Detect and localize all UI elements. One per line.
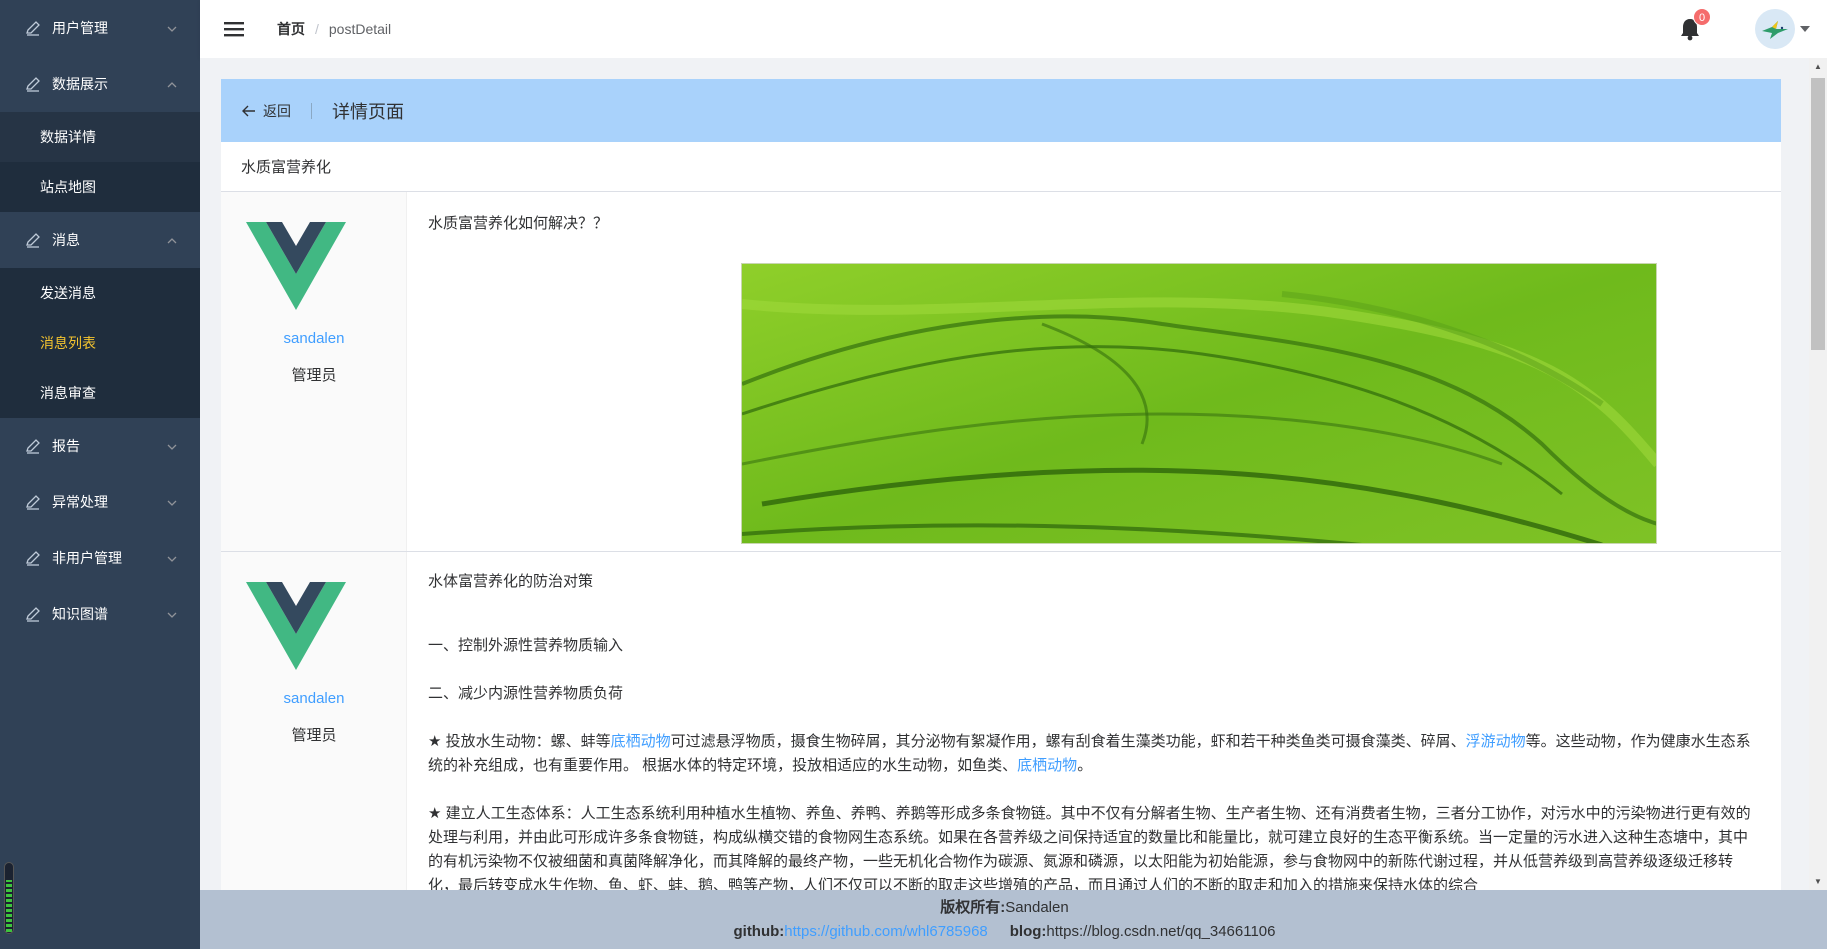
chevron-up-icon (166, 234, 178, 246)
menu-label: 用户管理 (52, 20, 108, 36)
level-meter (4, 862, 14, 934)
benthic-animals-link[interactable]: 底栖动物 (611, 733, 671, 750)
author-name[interactable]: sandalen (221, 330, 407, 347)
caret-down-icon[interactable] (1795, 9, 1815, 49)
breadcrumb-current: postDetail (328, 21, 392, 37)
submenu-site-map[interactable]: 站点地图 (0, 162, 200, 212)
scroll-up-arrow-icon[interactable]: ▲ (1809, 58, 1827, 75)
author-name[interactable]: sandalen (221, 690, 407, 707)
edit-icon (24, 549, 42, 567)
menu-label: 知识图谱 (52, 606, 108, 622)
back-button[interactable]: 返回 (242, 101, 291, 121)
menu-label: 数据展示 (52, 76, 108, 92)
submenu-label: 数据详情 (40, 129, 96, 145)
menu-data-display[interactable]: 数据展示 (0, 56, 200, 112)
breadcrumb-separator: / (315, 21, 319, 37)
page-title: 详情页面 (332, 101, 404, 122)
arrow-left-icon (242, 105, 255, 116)
algae-photo (741, 263, 1657, 544)
menu-reports[interactable]: 报告 (0, 418, 200, 474)
text: ★ 投放水生动物：螺、蚌等 (428, 733, 611, 750)
blog-url[interactable]: https://blog.csdn.net/qq_34661106 (1046, 923, 1275, 940)
submenu-data-detail[interactable]: 数据详情 (0, 112, 200, 162)
submenu-label: 消息审查 (40, 385, 96, 401)
menu-label: 非用户管理 (52, 550, 122, 566)
notification-bell-icon[interactable]: 0 (1679, 8, 1711, 41)
menu-label: 报告 (52, 438, 80, 454)
vue-logo-icon (246, 582, 346, 670)
breadcrumb: 首页 / postDetail (277, 19, 391, 39)
notification-badge: 0 (1693, 8, 1711, 26)
scroll-down-arrow-icon[interactable]: ▼ (1809, 873, 1827, 890)
copyright-label: 版权所有: (940, 899, 1006, 916)
chevron-down-icon (166, 552, 178, 564)
menu-user-management[interactable]: 用户管理 (0, 0, 200, 56)
text: 可过滤悬浮物质，摄食生物碎屑，其分泌物有絮凝作用，螺有刮食着生藻类功能，虾和若干… (670, 733, 1466, 750)
footer: 版权所有:Sandalen github:https://github.com/… (200, 890, 1827, 949)
header-divider (311, 102, 312, 119)
level-meter-fill (6, 879, 12, 932)
copyright-value: Sandalen (1005, 899, 1069, 916)
post-heading: 水体富营养化的防治对策 (428, 573, 594, 590)
github-link[interactable]: https://github.com/whl6785968 (784, 923, 987, 940)
benthic-animals-link[interactable]: 底栖动物 (1017, 757, 1077, 774)
edit-icon (24, 75, 42, 93)
footer-copyright: 版权所有:Sandalen (200, 896, 1809, 917)
chevron-up-icon (166, 78, 178, 90)
chevron-down-icon (166, 608, 178, 620)
edit-icon (24, 605, 42, 623)
author-role: 管理员 (291, 367, 337, 384)
hamburger-menu-icon[interactable] (209, 0, 259, 58)
breadcrumb-home[interactable]: 首页 (277, 19, 305, 39)
page-header: 返回 详情页面 (221, 79, 1781, 142)
back-label: 返回 (263, 102, 291, 119)
post-author: sandalen 管理员 (221, 552, 407, 890)
post-item-2: 二、减少内源性营养物质负荷 (428, 685, 624, 702)
chevron-down-icon (166, 496, 178, 508)
footer-links: github:https://github.com/whl6785968 blog… (200, 923, 1809, 940)
edit-icon (24, 231, 42, 249)
zooplankton-link[interactable]: 浮游动物 (1466, 733, 1526, 750)
submenu-message-list[interactable]: 消息列表 (0, 318, 200, 368)
submenu-label: 站点地图 (40, 179, 96, 195)
blog-label: blog: (1009, 923, 1047, 940)
text: 。 (1077, 757, 1093, 774)
menu-knowledge-graph[interactable]: 知识图谱 (0, 586, 200, 642)
vue-logo-icon (246, 222, 346, 310)
submenu-label: 消息列表 (40, 335, 96, 351)
post-item: sandalen 管理员 水体富营养化的防治对策 一、控制外源性营养物质输入 二… (221, 552, 1781, 890)
menu-label: 消息 (52, 232, 80, 248)
post-author: sandalen 管理员 (221, 192, 407, 551)
submenu-message-review[interactable]: 消息审查 (0, 368, 200, 418)
menu-messages[interactable]: 消息 (0, 212, 200, 268)
author-role: 管理员 (291, 727, 337, 744)
menu-label: 异常处理 (52, 494, 108, 510)
chevron-down-icon (166, 440, 178, 452)
edit-icon (24, 437, 42, 455)
post-paragraph-2: ★ 建立人工生态体系：人工生态系统利用种植水生植物、养鱼、养鸭、养鹅等形成多条食… (428, 805, 1751, 890)
post-question: 水质富营养化如何解决？？ (428, 215, 609, 232)
post-title: 水质富营养化 (221, 142, 1781, 192)
menu-exception-handling[interactable]: 异常处理 (0, 474, 200, 530)
post-paragraph-1: ★ 投放水生动物：螺、蚌等底栖动物可过滤悬浮物质，摄食生物碎屑，其分泌物有絮凝作… (428, 730, 1757, 778)
post-item-1: 一、控制外源性营养物质输入 (428, 637, 624, 654)
scrollbar-thumb[interactable] (1811, 78, 1825, 350)
menu-non-user-management[interactable]: 非用户管理 (0, 530, 200, 586)
sidebar: 用户管理 数据展示 数据详情 站点地图 消息 发送消息 消息列表 消息审查 报告… (0, 0, 200, 949)
edit-icon (24, 19, 42, 37)
navbar: 首页 / postDetail 0 (200, 0, 1827, 58)
chevron-down-icon (166, 22, 178, 34)
submenu-send-message[interactable]: 发送消息 (0, 268, 200, 318)
main-content: 返回 详情页面 水质富营养化 sandalen 管理员 水质富营养化如何解决？？ (200, 58, 1809, 890)
navbar-right: 0 (1679, 0, 1827, 58)
vertical-scrollbar[interactable]: ▲ ▼ (1809, 58, 1827, 890)
submenu-label: 发送消息 (40, 285, 96, 301)
post-item: sandalen 管理员 水质富营养化如何解决？？ (221, 192, 1781, 552)
user-avatar[interactable] (1755, 9, 1795, 49)
github-label: github: (733, 923, 785, 940)
edit-icon (24, 493, 42, 511)
